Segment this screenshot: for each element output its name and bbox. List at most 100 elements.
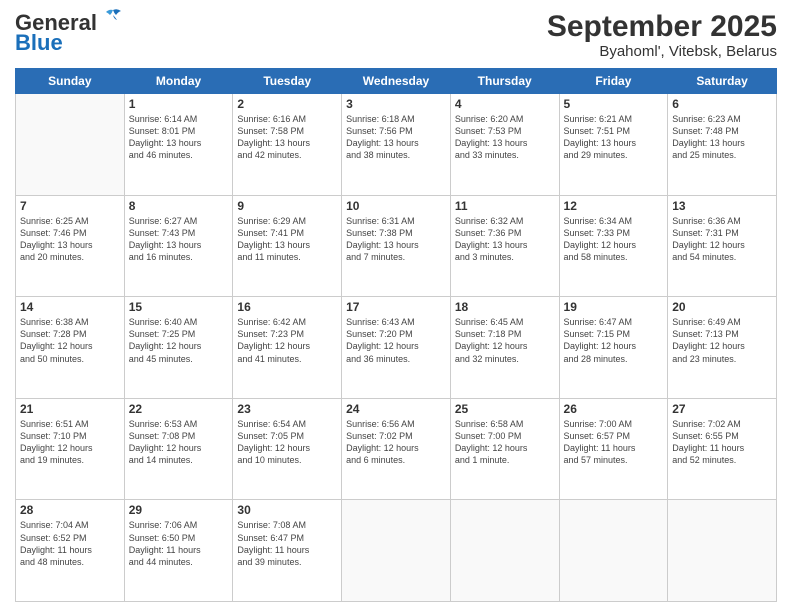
day-info: Sunrise: 6:58 AM Sunset: 7:00 PM Dayligh… bbox=[455, 418, 555, 467]
calendar-cell: 16 Sunrise: 6:42 AM Sunset: 7:23 PM Dayli… bbox=[233, 297, 342, 399]
day-info: Sunrise: 6:56 AM Sunset: 7:02 PM Dayligh… bbox=[346, 418, 446, 467]
day-number: 4 bbox=[455, 97, 555, 111]
title-block: September 2025 Byahoml', Vitebsk, Belaru… bbox=[547, 10, 777, 60]
day-info: Sunrise: 7:08 AM Sunset: 6:47 PM Dayligh… bbox=[237, 519, 337, 568]
calendar-cell: 24 Sunrise: 6:56 AM Sunset: 7:02 PM Dayli… bbox=[342, 398, 451, 500]
calendar-week-3: 14 Sunrise: 6:38 AM Sunset: 7:28 PM Dayli… bbox=[16, 297, 777, 399]
day-number: 28 bbox=[20, 503, 120, 517]
calendar-cell: 29Sunrise: 7:06 AM Sunset: 6:50 PM Dayli… bbox=[124, 500, 233, 602]
day-number: 22 bbox=[129, 402, 229, 416]
calendar-cell: 14 Sunrise: 6:38 AM Sunset: 7:28 PM Dayli… bbox=[16, 297, 125, 399]
day-info: Sunrise: 6:25 AM Sunset: 7:46 PM Dayligh… bbox=[20, 215, 120, 264]
calendar-cell: 12Sunrise: 6:34 AM Sunset: 7:33 PM Dayli… bbox=[559, 195, 668, 297]
day-number: 17 bbox=[346, 300, 446, 314]
calendar-cell: 6 Sunrise: 6:23 AM Sunset: 7:48 PM Daylig… bbox=[668, 94, 777, 196]
day-info: Sunrise: 6:49 AM Sunset: 7:13 PM Dayligh… bbox=[672, 316, 772, 365]
day-info: Sunrise: 6:40 AM Sunset: 7:25 PM Dayligh… bbox=[129, 316, 229, 365]
day-info: Sunrise: 7:04 AM Sunset: 6:52 PM Dayligh… bbox=[20, 519, 120, 568]
day-number: 24 bbox=[346, 402, 446, 416]
day-info: Sunrise: 6:54 AM Sunset: 7:05 PM Dayligh… bbox=[237, 418, 337, 467]
day-info: Sunrise: 6:23 AM Sunset: 7:48 PM Dayligh… bbox=[672, 113, 772, 162]
day-info: Sunrise: 6:20 AM Sunset: 7:53 PM Dayligh… bbox=[455, 113, 555, 162]
day-info: Sunrise: 6:47 AM Sunset: 7:15 PM Dayligh… bbox=[564, 316, 664, 365]
day-number: 2 bbox=[237, 97, 337, 111]
day-info: Sunrise: 6:32 AM Sunset: 7:36 PM Dayligh… bbox=[455, 215, 555, 264]
calendar-cell: 2Sunrise: 6:16 AM Sunset: 7:58 PM Daylig… bbox=[233, 94, 342, 196]
day-header-monday: Monday bbox=[124, 69, 233, 94]
calendar-cell: 1 Sunrise: 6:14 AM Sunset: 8:01 PM Daylig… bbox=[124, 94, 233, 196]
page: General Blue September 2025 Byahoml', Vi… bbox=[0, 0, 792, 612]
day-number: 7 bbox=[20, 199, 120, 213]
calendar-week-4: 21 Sunrise: 6:51 AM Sunset: 7:10 PM Dayli… bbox=[16, 398, 777, 500]
day-number: 11 bbox=[455, 199, 555, 213]
calendar-cell: 5 Sunrise: 6:21 AM Sunset: 7:51 PM Daylig… bbox=[559, 94, 668, 196]
day-header-wednesday: Wednesday bbox=[342, 69, 451, 94]
calendar-cell: 22Sunrise: 6:53 AM Sunset: 7:08 PM Dayli… bbox=[124, 398, 233, 500]
day-number: 15 bbox=[129, 300, 229, 314]
day-info: Sunrise: 7:02 AM Sunset: 6:55 PM Dayligh… bbox=[672, 418, 772, 467]
day-header-sunday: Sunday bbox=[16, 69, 125, 94]
day-number: 13 bbox=[672, 199, 772, 213]
calendar-cell: 11 Sunrise: 6:32 AM Sunset: 7:36 PM Dayli… bbox=[450, 195, 559, 297]
day-info: Sunrise: 6:27 AM Sunset: 7:43 PM Dayligh… bbox=[129, 215, 229, 264]
day-number: 27 bbox=[672, 402, 772, 416]
day-info: Sunrise: 6:38 AM Sunset: 7:28 PM Dayligh… bbox=[20, 316, 120, 365]
calendar-cell bbox=[668, 500, 777, 602]
bird-icon bbox=[99, 8, 127, 30]
day-info: Sunrise: 6:42 AM Sunset: 7:23 PM Dayligh… bbox=[237, 316, 337, 365]
calendar-cell: 20 Sunrise: 6:49 AM Sunset: 7:13 PM Dayli… bbox=[668, 297, 777, 399]
day-number: 5 bbox=[564, 97, 664, 111]
logo-blue-text: Blue bbox=[15, 30, 63, 56]
calendar-cell: 17 Sunrise: 6:43 AM Sunset: 7:20 PM Dayli… bbox=[342, 297, 451, 399]
day-number: 19 bbox=[564, 300, 664, 314]
day-info: Sunrise: 7:06 AM Sunset: 6:50 PM Dayligh… bbox=[129, 519, 229, 568]
calendar-week-1: 1 Sunrise: 6:14 AM Sunset: 8:01 PM Daylig… bbox=[16, 94, 777, 196]
logo: General Blue bbox=[15, 10, 127, 56]
day-header-friday: Friday bbox=[559, 69, 668, 94]
day-info: Sunrise: 6:21 AM Sunset: 7:51 PM Dayligh… bbox=[564, 113, 664, 162]
day-info: Sunrise: 6:51 AM Sunset: 7:10 PM Dayligh… bbox=[20, 418, 120, 467]
day-number: 26 bbox=[564, 402, 664, 416]
calendar-cell: 25 Sunrise: 6:58 AM Sunset: 7:00 PM Dayli… bbox=[450, 398, 559, 500]
day-number: 20 bbox=[672, 300, 772, 314]
day-number: 10 bbox=[346, 199, 446, 213]
day-info: Sunrise: 6:45 AM Sunset: 7:18 PM Dayligh… bbox=[455, 316, 555, 365]
calendar-cell: 21 Sunrise: 6:51 AM Sunset: 7:10 PM Dayli… bbox=[16, 398, 125, 500]
day-number: 14 bbox=[20, 300, 120, 314]
day-info: Sunrise: 6:43 AM Sunset: 7:20 PM Dayligh… bbox=[346, 316, 446, 365]
calendar-cell bbox=[450, 500, 559, 602]
day-info: Sunrise: 7:00 AM Sunset: 6:57 PM Dayligh… bbox=[564, 418, 664, 467]
day-number: 16 bbox=[237, 300, 337, 314]
calendar-cell: 28 Sunrise: 7:04 AM Sunset: 6:52 PM Dayli… bbox=[16, 500, 125, 602]
day-number: 21 bbox=[20, 402, 120, 416]
calendar-title: September 2025 bbox=[547, 10, 777, 43]
calendar-cell: 13 Sunrise: 6:36 AM Sunset: 7:31 PM Dayli… bbox=[668, 195, 777, 297]
calendar-cell: 30 Sunrise: 7:08 AM Sunset: 6:47 PM Dayli… bbox=[233, 500, 342, 602]
day-number: 1 bbox=[129, 97, 229, 111]
header: General Blue September 2025 Byahoml', Vi… bbox=[15, 10, 777, 60]
day-header-thursday: Thursday bbox=[450, 69, 559, 94]
day-number: 6 bbox=[672, 97, 772, 111]
calendar-cell: 3Sunrise: 6:18 AM Sunset: 7:56 PM Daylig… bbox=[342, 94, 451, 196]
calendar-cell: 7 Sunrise: 6:25 AM Sunset: 7:46 PM Daylig… bbox=[16, 195, 125, 297]
calendar-cell: 19 Sunrise: 6:47 AM Sunset: 7:15 PM Dayli… bbox=[559, 297, 668, 399]
calendar-cell: 27 Sunrise: 7:02 AM Sunset: 6:55 PM Dayli… bbox=[668, 398, 777, 500]
day-info: Sunrise: 6:14 AM Sunset: 8:01 PM Dayligh… bbox=[129, 113, 229, 162]
calendar-week-2: 7 Sunrise: 6:25 AM Sunset: 7:46 PM Daylig… bbox=[16, 195, 777, 297]
calendar-cell bbox=[16, 94, 125, 196]
day-header-saturday: Saturday bbox=[668, 69, 777, 94]
calendar-cell: 18 Sunrise: 6:45 AM Sunset: 7:18 PM Dayli… bbox=[450, 297, 559, 399]
day-number: 18 bbox=[455, 300, 555, 314]
calendar-cell: 9 Sunrise: 6:29 AM Sunset: 7:41 PM Daylig… bbox=[233, 195, 342, 297]
day-number: 9 bbox=[237, 199, 337, 213]
calendar-week-5: 28 Sunrise: 7:04 AM Sunset: 6:52 PM Dayli… bbox=[16, 500, 777, 602]
day-number: 30 bbox=[237, 503, 337, 517]
day-info: Sunrise: 6:36 AM Sunset: 7:31 PM Dayligh… bbox=[672, 215, 772, 264]
day-info: Sunrise: 6:29 AM Sunset: 7:41 PM Dayligh… bbox=[237, 215, 337, 264]
calendar-cell bbox=[559, 500, 668, 602]
day-header-tuesday: Tuesday bbox=[233, 69, 342, 94]
calendar-header-row: SundayMondayTuesdayWednesdayThursdayFrid… bbox=[16, 69, 777, 94]
calendar-cell bbox=[342, 500, 451, 602]
calendar-subtitle: Byahoml', Vitebsk, Belarus bbox=[547, 43, 777, 60]
day-number: 25 bbox=[455, 402, 555, 416]
